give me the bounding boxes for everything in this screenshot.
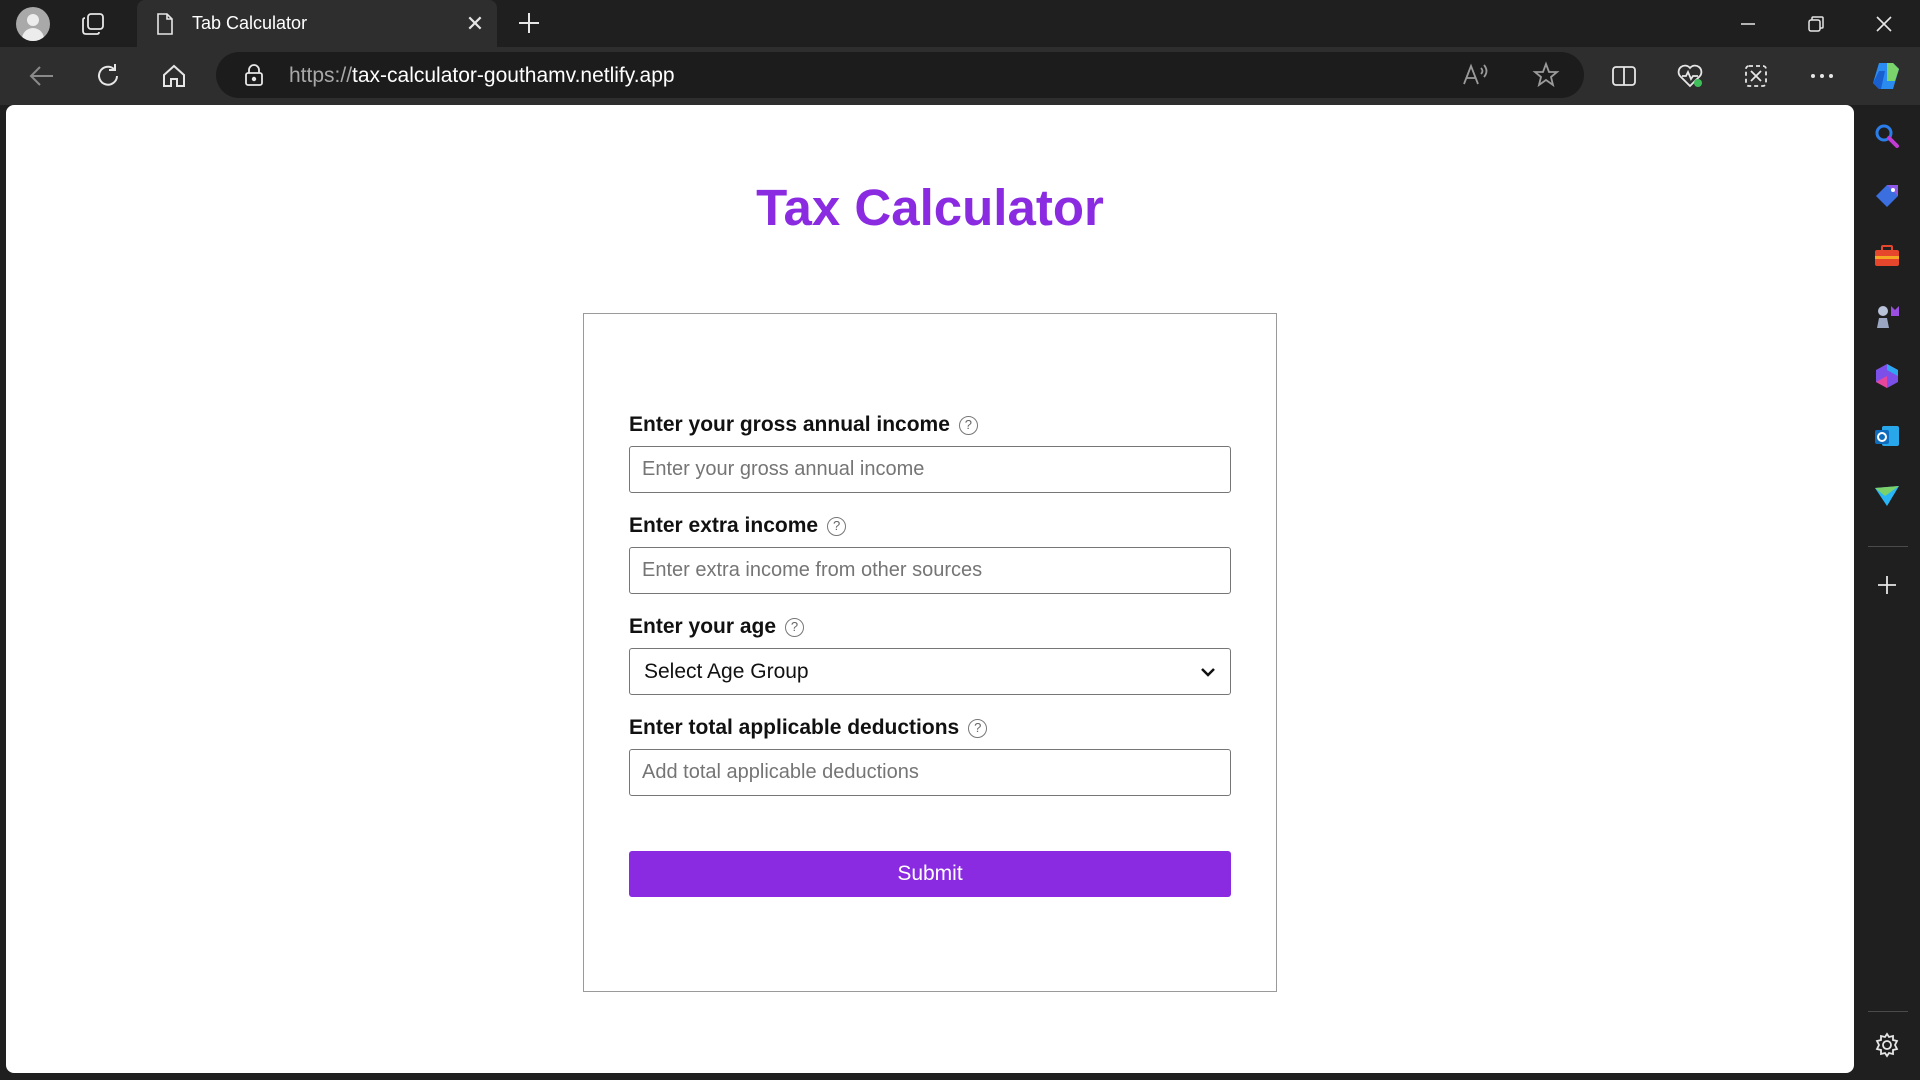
restore-icon[interactable] — [1786, 4, 1846, 44]
settings-gear-icon[interactable] — [1872, 1030, 1902, 1060]
read-aloud-icon[interactable] — [1462, 62, 1490, 88]
age-label: Enter your age ? — [629, 613, 1233, 641]
navigation-toolbar: https://tax-calculator-gouthamv.netlify.… — [0, 47, 1920, 105]
tab-close-icon[interactable]: ✕ — [463, 12, 487, 36]
page-title: Tax Calculator — [756, 179, 1104, 236]
help-icon[interactable]: ? — [785, 617, 805, 637]
help-icon[interactable]: ? — [958, 415, 978, 435]
age-field: Enter your age ? Select Age Group — [629, 613, 1233, 695]
tax-form-card: Enter your gross annual income ? Enter e… — [583, 313, 1277, 992]
close-window-icon[interactable] — [1854, 4, 1914, 44]
lock-icon[interactable] — [244, 64, 264, 86]
drop-send-icon[interactable] — [1872, 481, 1902, 511]
sidebar-divider — [1868, 1011, 1908, 1012]
url-text[interactable]: https://tax-calculator-gouthamv.netlify.… — [289, 64, 675, 88]
outlook-icon[interactable] — [1872, 421, 1902, 451]
shopping-tag-icon[interactable] — [1872, 181, 1902, 211]
extra-income-field: Enter extra income ? — [629, 512, 1233, 594]
age-group-select[interactable]: Select Age Group — [629, 648, 1231, 695]
chevron-down-icon — [1201, 667, 1215, 677]
home-icon[interactable] — [156, 58, 192, 94]
title-bar: Tab Calculator ✕ — [0, 0, 1920, 48]
minimize-icon[interactable] — [1718, 4, 1778, 44]
search-icon[interactable] — [1872, 121, 1902, 151]
help-icon[interactable]: ? — [968, 718, 988, 738]
help-icon[interactable]: ? — [827, 516, 847, 536]
browser-essentials-icon[interactable] — [1672, 58, 1708, 94]
sidebar-divider — [1868, 546, 1908, 547]
workspaces-icon[interactable] — [76, 8, 110, 40]
extra-income-input[interactable] — [629, 547, 1231, 594]
gross-income-label: Enter your gross annual income ? — [629, 411, 1233, 439]
refresh-icon[interactable] — [90, 58, 126, 94]
microsoft-365-icon[interactable] — [1872, 361, 1902, 391]
gross-income-input[interactable] — [629, 446, 1231, 493]
deductions-label: Enter total applicable deductions ? — [629, 714, 1233, 742]
edge-sidebar — [1854, 105, 1920, 1080]
submit-button[interactable]: Submit — [629, 851, 1231, 897]
deductions-input[interactable] — [629, 749, 1231, 796]
tools-briefcase-icon[interactable] — [1872, 241, 1902, 271]
favorite-star-icon[interactable] — [1532, 61, 1560, 89]
games-icon[interactable] — [1872, 301, 1902, 331]
tab-tax-calculator[interactable]: Tab Calculator ✕ — [137, 0, 497, 48]
add-sidebar-app-icon[interactable] — [1872, 570, 1902, 600]
web-page: Tax Calculator Enter your gross annual i… — [6, 105, 1854, 1073]
tab-title: Tab Calculator — [192, 13, 308, 33]
document-icon — [155, 13, 175, 35]
split-screen-icon[interactable] — [1606, 58, 1642, 94]
new-tab-icon[interactable] — [514, 8, 544, 38]
gross-income-field: Enter your gross annual income ? — [629, 411, 1233, 493]
more-options-icon[interactable] — [1804, 58, 1840, 94]
profile-avatar-icon[interactable] — [16, 7, 50, 41]
extra-income-label: Enter extra income ? — [629, 512, 1233, 540]
screenshot-icon[interactable] — [1738, 58, 1774, 94]
back-icon[interactable] — [24, 58, 60, 94]
age-group-selected-value: Select Age Group — [644, 659, 809, 683]
address-bar[interactable]: https://tax-calculator-gouthamv.netlify.… — [216, 52, 1584, 98]
copilot-icon[interactable] — [1868, 58, 1904, 94]
deductions-field: Enter total applicable deductions ? — [629, 714, 1233, 796]
